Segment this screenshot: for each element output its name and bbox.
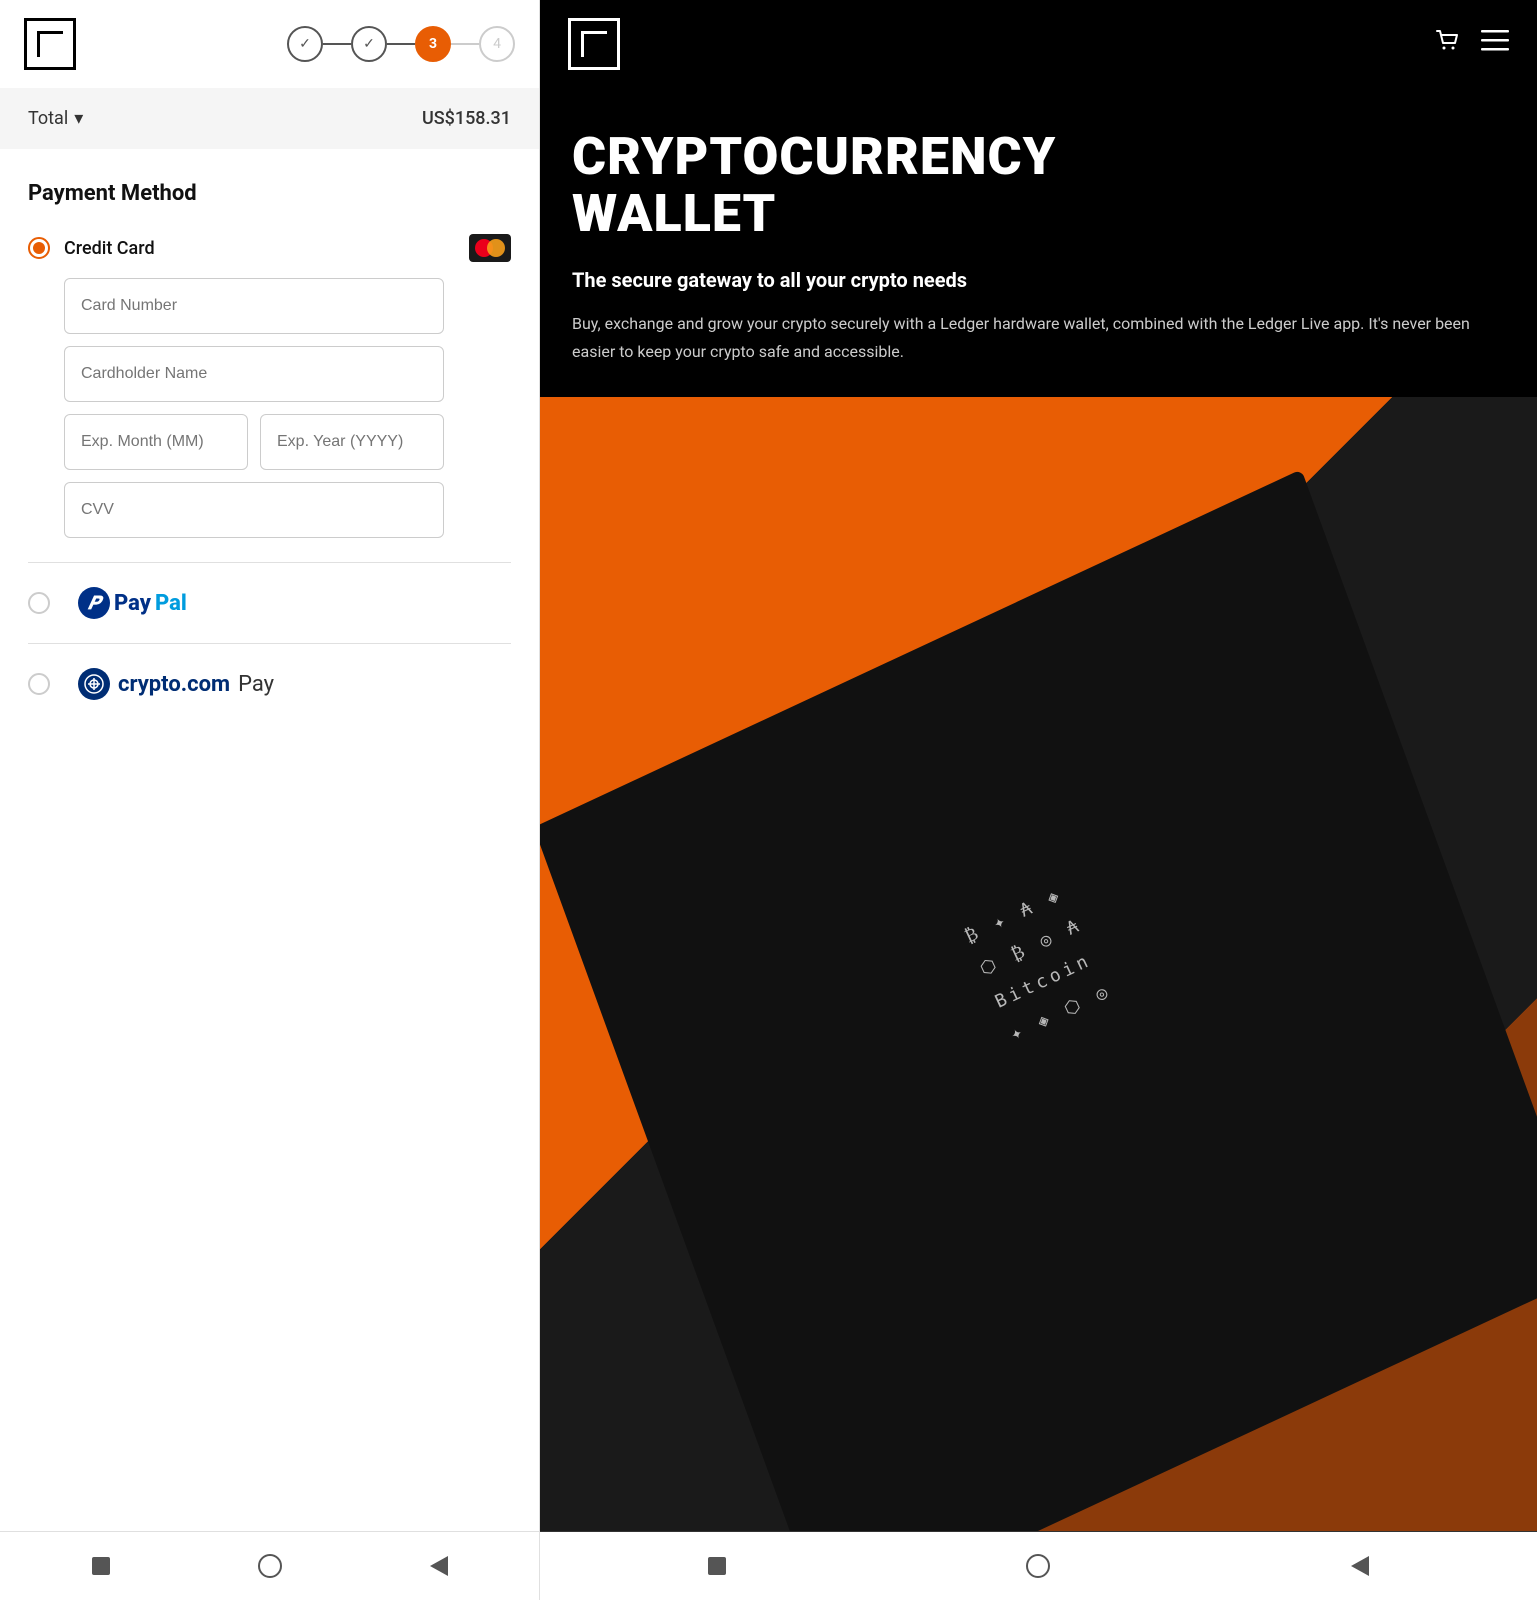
left-header: ✓ ✓ 3 4 [0, 0, 539, 88]
wallet-title: CRYPTOCURRENCY WALLET [572, 128, 1505, 242]
mc-orange-circle [487, 239, 505, 257]
step-line-1 [323, 43, 351, 45]
right-panel: CRYPTOCURRENCY WALLET The secure gateway… [540, 0, 1537, 1600]
back-icon [430, 1556, 448, 1576]
paypal-text-pay: Pay [114, 591, 151, 616]
cardholder-name-input[interactable] [64, 346, 444, 402]
step-1-label: ✓ [299, 36, 311, 52]
divider-2 [28, 643, 511, 644]
left-nav-back[interactable] [421, 1548, 457, 1584]
step-1[interactable]: ✓ [287, 26, 323, 62]
crypto-content: CRYPTOCURRENCY WALLET The secure gateway… [540, 88, 1537, 397]
square-icon [92, 1557, 110, 1575]
card-number-input[interactable] [64, 278, 444, 334]
total-label[interactable]: Total ▾ [28, 108, 83, 129]
mastercard-logo [469, 234, 511, 262]
credit-card-option[interactable]: Credit Card [28, 234, 511, 262]
crypto-logo: crypto.com Pay [78, 668, 274, 700]
exp-month-input[interactable] [64, 414, 248, 470]
total-bar: Total ▾ US$158.31 [0, 88, 539, 149]
card-form [64, 278, 511, 538]
left-panel: ✓ ✓ 3 4 Total ▾ US$158.31 Payment Method [0, 0, 540, 1600]
crypto-icon [78, 668, 110, 700]
paypal-radio[interactable] [28, 592, 50, 614]
right-nav-back[interactable] [1342, 1548, 1378, 1584]
expiry-row [64, 414, 511, 470]
right-header [540, 0, 1537, 88]
right-circle-icon [1026, 1554, 1050, 1578]
crypto-pay-text: Pay [238, 672, 274, 697]
crypto-radio[interactable] [28, 673, 50, 695]
left-logo [24, 18, 76, 70]
mastercard-icon [469, 234, 511, 262]
steps-container: ✓ ✓ 3 4 [287, 26, 515, 62]
step-line-3 [451, 43, 479, 45]
payment-method-title: Payment Method [28, 181, 511, 206]
crypto-image-section: ₿ ✦ ₳ ◈ ⬡ ₿ ◎ ₳ Bitcoin ✦ ◈ ⬡ ◎ [540, 397, 1537, 1531]
right-logo-inner [581, 31, 607, 57]
right-back-icon [1351, 1556, 1369, 1576]
right-icons [1433, 27, 1509, 61]
step-3-label: 3 [429, 36, 437, 52]
step-2[interactable]: ✓ [351, 26, 387, 62]
step-4-label: 4 [493, 36, 501, 52]
step-2-label: ✓ [363, 36, 375, 52]
step-3[interactable]: 3 [415, 26, 451, 62]
circle-icon [258, 1554, 282, 1578]
right-nav-home[interactable] [1020, 1548, 1056, 1584]
crypto-pay-option[interactable]: crypto.com Pay [28, 668, 511, 700]
step-4[interactable]: 4 [479, 26, 515, 62]
payment-section: Payment Method Credit Card [0, 149, 539, 1531]
right-nav-square[interactable] [699, 1548, 735, 1584]
paypal-p: 𝑷 [88, 593, 100, 614]
wallet-title-line1: CRYPTOCURRENCY [572, 126, 1056, 187]
credit-card-label: Credit Card [64, 238, 155, 259]
credit-card-radio[interactable] [28, 237, 50, 259]
step-line-2 [387, 43, 415, 45]
left-logo-inner [37, 31, 63, 57]
exp-year-input[interactable] [260, 414, 444, 470]
wallet-description: Buy, exchange and grow your crypto secur… [572, 310, 1505, 364]
paypal-icon: 𝑷 [78, 587, 110, 619]
left-nav-square[interactable] [83, 1548, 119, 1584]
total-text: Total [28, 108, 68, 129]
paypal-option[interactable]: 𝑷 PayPal [28, 587, 511, 619]
menu-icon[interactable] [1481, 30, 1509, 58]
paypal-logo: 𝑷 PayPal [78, 587, 187, 619]
left-bottom-nav [0, 1531, 539, 1600]
divider-1 [28, 562, 511, 563]
cvv-input[interactable] [64, 482, 444, 538]
total-dropdown-icon: ▾ [74, 108, 83, 129]
left-nav-home[interactable] [252, 1548, 288, 1584]
crypto-com-text: crypto.com [118, 672, 230, 697]
right-logo [568, 18, 620, 70]
total-amount: US$158.31 [422, 108, 511, 129]
wallet-title-line2: WALLET [572, 183, 776, 244]
wallet-subtitle: The secure gateway to all your crypto ne… [572, 266, 1505, 294]
right-bottom-nav [540, 1531, 1537, 1600]
paypal-text-pal: Pal [155, 591, 187, 616]
cart-icon[interactable] [1433, 27, 1461, 61]
right-square-icon [708, 1557, 726, 1575]
crypto-display-text: ₿ ✦ ₳ ◈ ⬡ ₿ ◎ ₳ Bitcoin ✦ ◈ ⬡ ◎ [958, 875, 1119, 1052]
